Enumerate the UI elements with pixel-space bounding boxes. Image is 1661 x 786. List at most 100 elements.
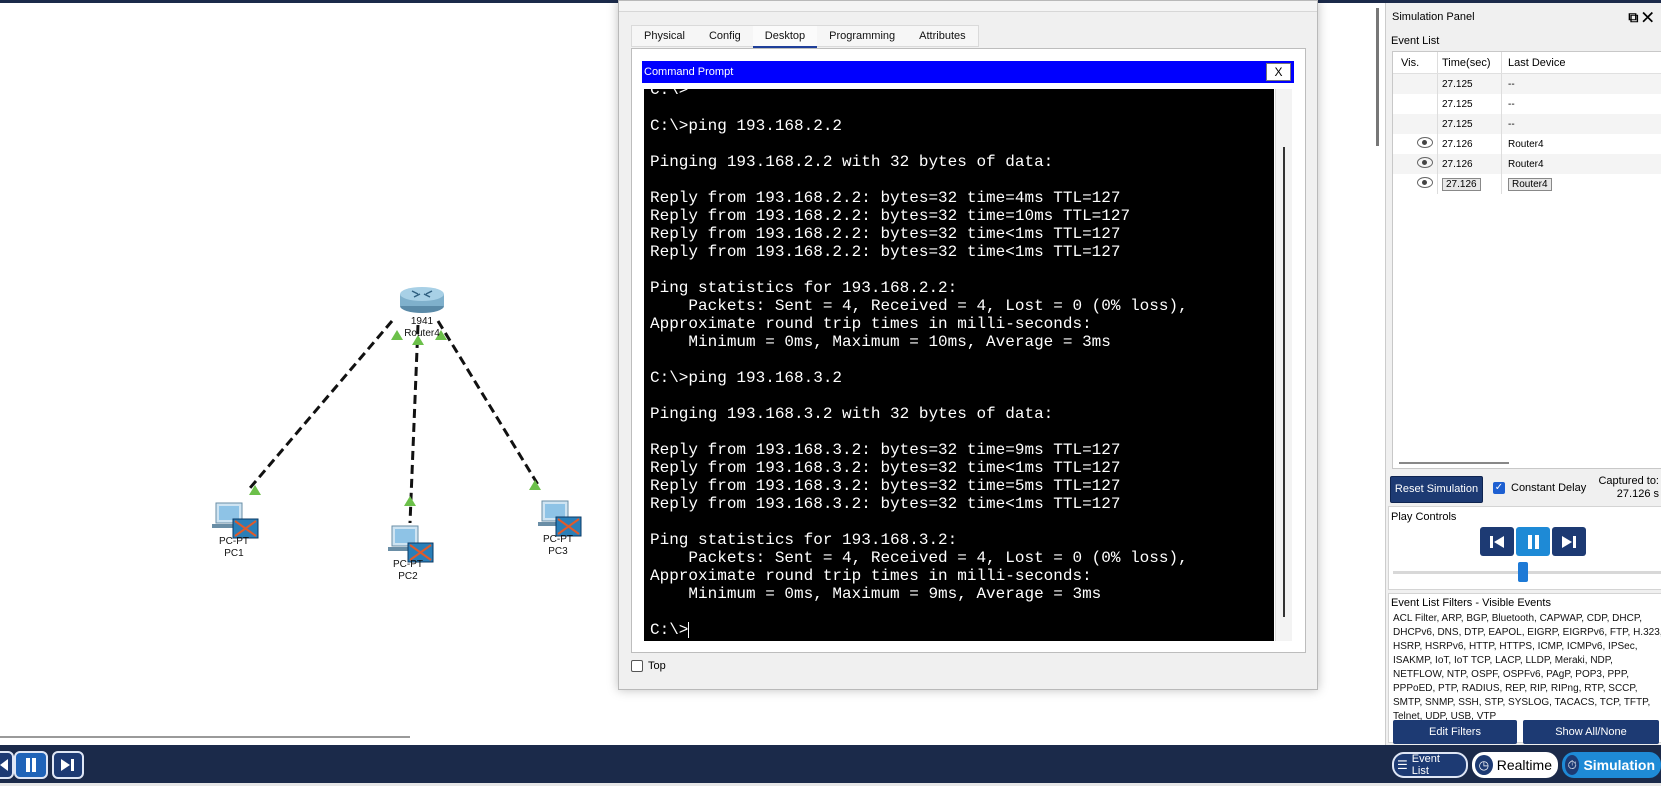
constant-delay-checkbox[interactable]: ✓ Constant Delay [1493, 482, 1586, 494]
simulation-mode-button[interactable]: ⏱ Simulation [1562, 752, 1661, 778]
pause-icon [26, 758, 36, 772]
terminal-line: C:\> [650, 621, 690, 639]
terminal-scrollbar-thumb[interactable] [1283, 147, 1285, 617]
checkmark-icon[interactable]: ✓ [1493, 482, 1505, 494]
workspace-horizontal-scrollbar[interactable] [0, 736, 410, 738]
event-visibility[interactable] [1393, 177, 1437, 191]
link-router-pc3[interactable] [436, 320, 542, 489]
forward-step-bottom-button[interactable] [52, 751, 84, 779]
tab-physical[interactable]: Physical [632, 26, 697, 48]
link-router-pc2[interactable] [408, 324, 420, 524]
tab-config[interactable]: Config [697, 26, 753, 48]
top-checkbox-box[interactable] [631, 660, 643, 672]
terminal-line: Reply from 193.168.2.2: bytes=32 time<1m… [650, 225, 1121, 243]
back-step-button[interactable] [1480, 527, 1514, 556]
col-last-device[interactable]: Last Device [1501, 52, 1661, 73]
terminal-line: Reply from 193.168.3.2: bytes=32 time=5m… [650, 477, 1121, 495]
undock-icon[interactable]: ⧉ [1628, 9, 1642, 25]
command-prompt-titlebar: Command Prompt X [642, 61, 1294, 83]
tab-desktop[interactable]: Desktop [752, 26, 818, 48]
edit-filters-button[interactable]: Edit Filters [1393, 720, 1517, 744]
event-last-device: -- [1501, 74, 1661, 94]
pause-icon [1528, 534, 1539, 549]
event-row[interactable]: 27.125 -- [1393, 74, 1661, 94]
event-row[interactable]: 27.125 -- [1393, 94, 1661, 114]
pc-icon[interactable] [538, 500, 582, 537]
col-vis[interactable]: Vis. [1393, 57, 1437, 69]
close-icon[interactable]: ✕ [1642, 9, 1657, 25]
event-list-scrollbar[interactable] [1399, 462, 1509, 464]
command-prompt-terminal[interactable]: C:\> C:\>ping 193.168.2.2 Pinging 193.168.… [644, 89, 1274, 641]
captured-to-value: 27.126 s [1616, 488, 1659, 500]
packet-tracer-window: 1941 Router4 PC-PT PC1 PC-PT PC2 PC-PT P… [0, 0, 1661, 786]
back-step-bottom-button[interactable] [0, 751, 14, 779]
captured-to: Captured to: 27.126 s [1598, 475, 1659, 501]
terminal-line: Approximate round trip times in milli-se… [650, 567, 1092, 585]
realtime-mode-button[interactable]: ◷ Realtime [1472, 752, 1558, 778]
eye-icon[interactable] [1417, 137, 1433, 148]
play-speed-slider-thumb[interactable] [1518, 562, 1528, 582]
event-list-toggle-button[interactable]: ☰ Event List [1392, 752, 1468, 778]
terminal-line: Minimum = 0ms, Maximum = 9ms, Average = … [650, 585, 1102, 603]
tab-attributes[interactable]: Attributes [907, 26, 977, 48]
reset-simulation-button[interactable]: Reset Simulation [1390, 476, 1483, 503]
terminal-line: C:\> [650, 89, 689, 99]
clock-icon: ◷ [1475, 755, 1493, 775]
top-checkbox[interactable]: Top [631, 660, 666, 672]
terminal-line: Reply from 193.168.2.2: bytes=32 time<1m… [650, 243, 1121, 261]
event-row[interactable]: 27.126 Router4 [1393, 154, 1661, 174]
event-list-table: Vis. Time(sec) Last Device 27.125 -- 27.12… [1392, 51, 1661, 469]
event-time-value: 27.125 [1442, 78, 1473, 90]
list-icon: ☰ [1397, 758, 1408, 772]
terminal-line: C:\>ping 193.168.2.2 [650, 117, 843, 135]
pc-icon[interactable] [212, 502, 259, 539]
terminal-line: Reply from 193.168.2.2: bytes=32 time=10… [650, 207, 1131, 225]
event-time-value: 27.126 [1442, 158, 1473, 170]
step-forward-icon [61, 759, 74, 771]
pc2-name: PC2 [398, 571, 418, 582]
eye-icon[interactable] [1417, 157, 1433, 168]
show-all-none-button[interactable]: Show All/None [1523, 720, 1659, 744]
event-time-value: 27.125 [1442, 118, 1473, 130]
event-visibility[interactable] [1393, 157, 1437, 171]
tab-programming[interactable]: Programming [817, 26, 907, 48]
forward-step-button[interactable] [1552, 527, 1586, 556]
event-row[interactable]: 27.126 Router4 [1393, 134, 1661, 154]
pc-icon[interactable] [388, 525, 434, 563]
terminal-line: Packets: Sent = 4, Received = 4, Lost = … [650, 297, 1188, 315]
event-visibility[interactable] [1393, 137, 1437, 151]
link-router-pc1[interactable] [248, 320, 394, 489]
stopwatch-icon: ⏱ [1565, 755, 1580, 775]
pause-button[interactable] [1516, 527, 1550, 556]
col-time[interactable]: Time(sec) [1437, 52, 1501, 73]
pause-bottom-button[interactable] [14, 751, 48, 779]
event-row[interactable]: 27.126 Router4 [1393, 174, 1661, 194]
command-prompt-close-button[interactable]: X [1266, 63, 1291, 81]
router-icon[interactable] [400, 287, 444, 313]
dialog-titlebar[interactable] [619, 1, 1317, 12]
event-list-filters: Event List Filters - Visible Events ACL … [1388, 593, 1661, 744]
event-last-device: -- [1501, 94, 1661, 114]
event-list-toggle-label: Event List [1411, 753, 1440, 777]
step-forward-icon [1562, 535, 1576, 548]
terminal-scrollbar[interactable] [1275, 89, 1292, 641]
event-time-value: 27.126 [1442, 177, 1481, 191]
pc-config-dialog: Physical Config Desktop Programming Attr… [618, 0, 1318, 690]
terminal-line: Packets: Sent = 4, Received = 4, Lost = … [650, 549, 1188, 567]
eye-icon[interactable] [1417, 177, 1433, 188]
filters-protocol-list: ACL Filter, ARP, BGP, Bluetooth, CAPWAP,… [1393, 613, 1661, 722]
event-row[interactable]: 27.125 -- [1393, 114, 1661, 134]
router-name: Router4 [404, 328, 440, 339]
desktop-panel: Command Prompt X C:\> C:\>ping 193.168.2.… [631, 48, 1306, 653]
topology-canvas [212, 287, 582, 563]
event-device-value: -- [1508, 98, 1515, 110]
terminal-line: Approximate round trip times in milli-se… [650, 315, 1092, 333]
workspace-vertical-scrollbar[interactable] [1376, 8, 1379, 146]
pc2-model: PC-PT [393, 559, 423, 570]
terminal-line: Reply from 193.168.3.2: bytes=32 time<1m… [650, 495, 1121, 513]
step-back-icon [0, 759, 8, 771]
terminal-line: Minimum = 0ms, Maximum = 10ms, Average =… [650, 333, 1111, 351]
